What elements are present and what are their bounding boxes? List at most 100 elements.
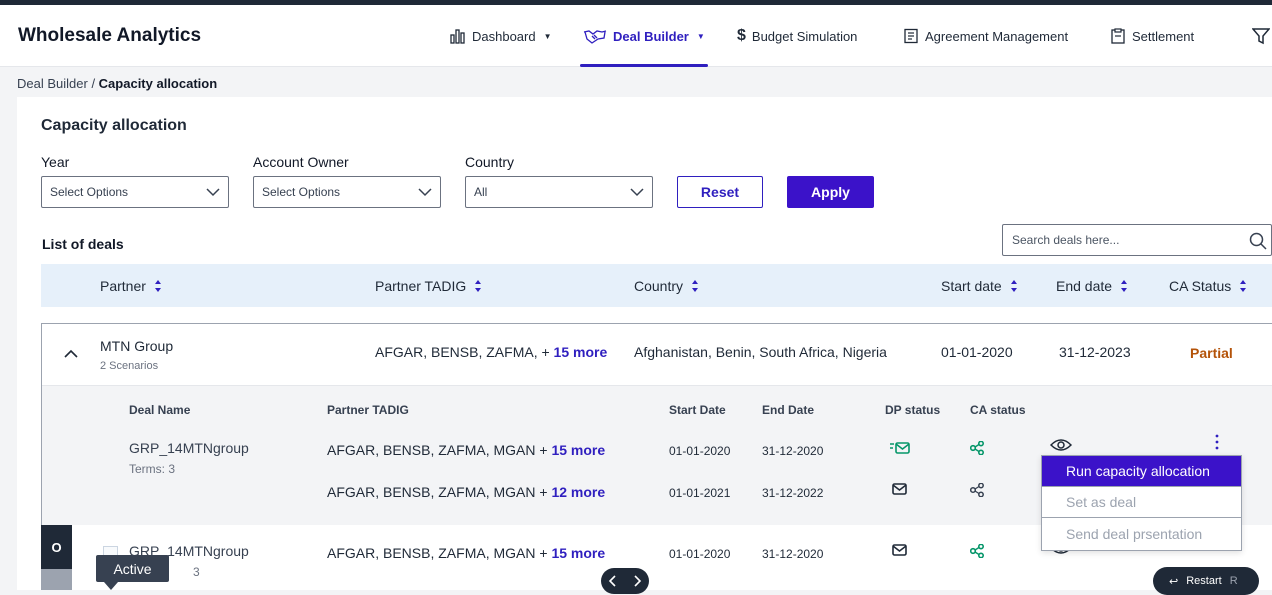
sub-col-end-date: End Date	[762, 403, 815, 417]
row-tadig: AFGAR, BENSB, ZAFMA, MGAN + 15 more	[327, 442, 605, 458]
sub-col-ca-status: CA status	[970, 403, 1026, 417]
apply-button[interactable]: Apply	[787, 176, 874, 208]
breadcrumb-parent[interactable]: Deal Builder	[17, 76, 88, 91]
column-end-date[interactable]: End date	[1056, 264, 1128, 307]
chevron-right-icon[interactable]	[632, 575, 642, 587]
deal-name: GRP_14MTNgroup	[129, 440, 249, 456]
country-select-value: All	[474, 185, 488, 199]
year-select[interactable]: Select Options	[41, 176, 229, 208]
nav-settlement[interactable]: Settlement	[1110, 5, 1194, 67]
share-icon	[970, 483, 984, 497]
nav-budget-simulation[interactable]: $ Budget Simulation	[737, 5, 857, 67]
account-owner-select[interactable]: Select Options	[253, 176, 441, 208]
caret-down-icon: ▼	[696, 31, 705, 41]
clipboard-icon	[1110, 28, 1126, 44]
run-capacity-allocation-item[interactable]: Run capacity allocation	[1042, 456, 1241, 487]
column-end-date-label: End date	[1056, 277, 1113, 294]
reset-button[interactable]: Reset	[677, 176, 763, 208]
nav-deal-builder-label: Deal Builder	[613, 28, 689, 44]
sub-col-partner-tadig: Partner TADIG	[327, 403, 409, 417]
pager-control	[601, 568, 649, 594]
set-as-deal-item[interactable]: Set as deal	[1042, 487, 1241, 518]
table-row[interactable]: MTN Group 2 Scenarios AFGAR, BENSB, ZAFM…	[42, 324, 1272, 386]
more-link[interactable]: 15 more	[551, 545, 605, 561]
row-start-date: 01-01-2021	[669, 486, 731, 500]
breadcrumb: Deal Builder / Capacity allocation	[17, 76, 217, 91]
search-icon[interactable]	[1249, 232, 1267, 250]
nav-settlement-label: Settlement	[1132, 28, 1195, 44]
row-start-date: 01-01-2020	[669, 547, 731, 561]
search-input[interactable]: Search deals here...	[1002, 224, 1272, 256]
column-ca-status-label: CA Status	[1169, 277, 1232, 294]
tadig-list: AFGAR, BENSB, ZAFMA, MGAN +	[327, 484, 552, 500]
column-country[interactable]: Country	[634, 264, 699, 307]
column-start-date[interactable]: Start date	[941, 264, 1018, 307]
column-partner[interactable]: Partner	[100, 264, 162, 307]
column-country-label: Country	[634, 277, 684, 294]
table-header: Partner Partner TADIG Country Start date…	[41, 264, 1272, 307]
mail-icon	[892, 544, 907, 556]
share-icon	[970, 441, 984, 455]
more-link[interactable]: 15 more	[554, 344, 608, 360]
sub-col-deal-name: Deal Name	[129, 403, 191, 417]
row-end-date: 31-12-2022	[762, 486, 824, 500]
caret-down-icon: ▼	[543, 31, 552, 41]
app-title: Wholesale Analytics	[18, 25, 202, 46]
filter-icon[interactable]	[1251, 27, 1271, 50]
page-title: Capacity allocation	[41, 117, 187, 134]
dollar-icon: $	[737, 27, 746, 44]
column-partner-label: Partner	[100, 277, 146, 294]
row-end-date: 31-12-2020	[762, 547, 824, 561]
chevron-up-icon[interactable]	[64, 349, 78, 359]
column-ca-status[interactable]: CA Status	[1169, 264, 1247, 307]
end-date: 31-12-2023	[1059, 344, 1131, 360]
nav-dashboard[interactable]: Dashboard ▼	[450, 5, 552, 67]
sort-icon[interactable]	[474, 279, 482, 293]
start-date: 01-01-2020	[941, 344, 1013, 360]
tadig-list: AFGAR, BENSB, ZAFMA, MGAN +	[327, 545, 552, 561]
chevron-left-icon[interactable]	[608, 575, 618, 587]
scenario-count: 2 Scenarios	[100, 360, 159, 372]
deal-terms: Terms: 3	[129, 462, 176, 476]
year-label: Year	[41, 154, 70, 170]
sort-icon[interactable]	[691, 279, 699, 293]
document-icon	[903, 28, 919, 44]
nav-deal-builder[interactable]: Deal Builder ▼	[580, 5, 708, 67]
more-link[interactable]: 12 more	[551, 484, 605, 500]
nav-agreement-management-label: Agreement Management	[925, 28, 1069, 44]
more-link[interactable]: 15 more	[551, 442, 605, 458]
breadcrumb-separator: /	[87, 76, 99, 91]
sort-icon[interactable]	[1010, 279, 1018, 293]
sort-icon[interactable]	[154, 279, 162, 293]
deal-terms: 3	[193, 565, 200, 579]
eye-icon[interactable]	[1050, 438, 1072, 452]
kebab-icon[interactable]	[1214, 434, 1220, 450]
share-icon	[970, 544, 984, 558]
send-deal-presentation-item[interactable]: Send deal prsentation	[1042, 518, 1241, 549]
active-tab-indicator	[580, 64, 708, 67]
deal-actions-menu: Run capacity allocation Set as deal Send…	[1041, 455, 1242, 551]
chevron-down-icon	[418, 188, 432, 197]
row-end-date: 31-12-2020	[762, 444, 824, 458]
nav-agreement-management[interactable]: Agreement Management	[903, 5, 1068, 67]
column-partner-tadig[interactable]: Partner TADIG	[375, 264, 482, 307]
side-badge: O	[41, 525, 72, 569]
restart-button[interactable]: ↩ Restart R	[1153, 567, 1259, 595]
tooltip-arrow	[104, 582, 118, 590]
country-select[interactable]: All	[465, 176, 653, 208]
year-select-value: Select Options	[50, 185, 129, 199]
sub-col-start-date: Start Date	[669, 403, 726, 417]
sort-icon[interactable]	[1120, 279, 1128, 293]
tooltip: Active	[96, 555, 169, 582]
tadig-list: AFGAR, BENSB, ZAFMA, MGAN +	[327, 442, 552, 458]
account-owner-label: Account Owner	[253, 154, 349, 170]
status-badge: Partial	[1190, 345, 1233, 361]
sort-icon[interactable]	[1239, 279, 1247, 293]
row-tadig: AFGAR, BENSB, ZAFMA, MGAN + 12 more	[327, 484, 605, 500]
chevron-down-icon	[206, 188, 220, 197]
app-header: Wholesale Analytics Dashboard ▼ Deal Bui…	[0, 5, 1272, 67]
handshake-icon	[583, 28, 607, 44]
partner-name: MTN Group	[100, 338, 174, 354]
chevron-down-icon	[630, 188, 644, 197]
search-placeholder: Search deals here...	[1012, 233, 1120, 247]
